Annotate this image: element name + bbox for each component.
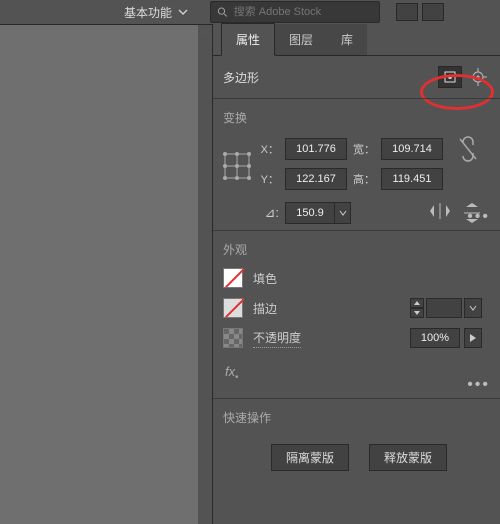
- release-mask-button[interactable]: 释放蒙版: [369, 444, 447, 471]
- stroke-swatch[interactable]: [223, 298, 243, 318]
- stroke-weight-field[interactable]: [426, 298, 462, 318]
- fill-label: 填色: [253, 270, 277, 287]
- stroke-label: 描边: [253, 300, 277, 317]
- search-field[interactable]: [210, 1, 380, 23]
- w-label: 宽：: [353, 141, 375, 157]
- angle-input[interactable]: [285, 202, 351, 224]
- shape-type-label: 多边形: [223, 69, 259, 86]
- screen-mode-icon[interactable]: [422, 3, 444, 21]
- appearance-section: 外观 填色 描边: [213, 230, 500, 398]
- transform-section: 变换 X： 宽：: [213, 98, 500, 230]
- width-input[interactable]: [381, 138, 443, 160]
- height-input[interactable]: [381, 168, 443, 190]
- reference-point-icon[interactable]: [223, 152, 251, 180]
- appearance-more-icon[interactable]: •••: [467, 376, 490, 394]
- workspace-dropdown[interactable]: 基本功能: [120, 2, 192, 23]
- search-input[interactable]: [234, 6, 373, 18]
- y-input[interactable]: [285, 168, 347, 190]
- flip-horizontal-icon[interactable]: [430, 203, 450, 219]
- fx-label[interactable]: fx▪: [225, 364, 238, 382]
- quick-ops-section: 快速操作 隔离蒙版 释放蒙版: [213, 398, 500, 471]
- search-icon: [217, 6, 228, 18]
- opacity-arrow[interactable]: [464, 328, 482, 348]
- angle-dropdown[interactable]: [334, 203, 350, 223]
- h-label: 高：: [353, 171, 375, 187]
- transform-title: 变换: [223, 109, 490, 126]
- scrollbar[interactable]: [198, 25, 212, 524]
- isolate-mask-button[interactable]: 隔离蒙版: [271, 444, 349, 471]
- workspace-label: 基本功能: [124, 4, 172, 21]
- angle-label: ⊿:: [263, 205, 279, 221]
- scroll-up-icon[interactable]: [200, 29, 210, 39]
- y-label: Y：: [257, 171, 279, 187]
- stroke-weight-stepper[interactable]: [410, 298, 424, 318]
- arrange-windows-icon[interactable]: [396, 3, 418, 21]
- edit-shape-icon[interactable]: [438, 66, 462, 88]
- tab-layers[interactable]: 图层: [275, 24, 327, 55]
- canvas-area[interactable]: [0, 24, 212, 524]
- target-icon[interactable]: [466, 66, 490, 88]
- appearance-title: 外观: [223, 241, 490, 258]
- opacity-swatch[interactable]: [223, 328, 243, 348]
- quick-ops-title: 快速操作: [223, 409, 490, 426]
- opacity-value[interactable]: 100%: [410, 328, 460, 348]
- x-label: X：: [257, 141, 279, 157]
- tab-properties[interactable]: 属性: [221, 23, 275, 56]
- fill-swatch[interactable]: [223, 268, 243, 288]
- chevron-down-icon: [178, 7, 188, 17]
- opacity-label: 不透明度: [253, 329, 301, 348]
- x-input[interactable]: [285, 138, 347, 160]
- angle-value[interactable]: [286, 207, 334, 219]
- constrain-proportions-icon[interactable]: [457, 136, 479, 162]
- panel-tabs: 属性 图层 库: [213, 24, 500, 56]
- stroke-weight-dropdown[interactable]: [464, 298, 482, 318]
- tab-libraries[interactable]: 库: [327, 24, 367, 55]
- more-options-icon[interactable]: •••: [467, 208, 490, 226]
